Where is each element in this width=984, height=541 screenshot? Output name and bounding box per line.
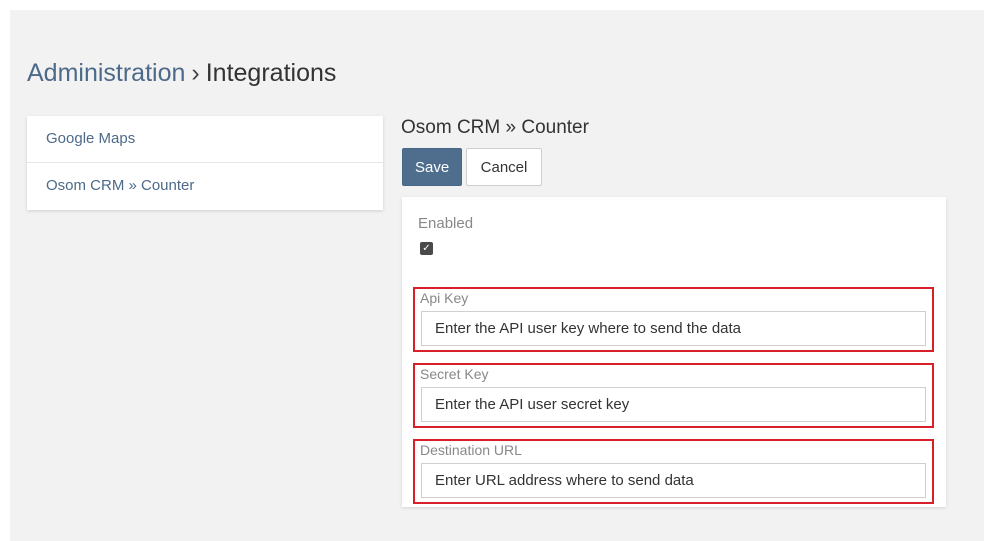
checkmark-icon: ✓ <box>422 243 431 254</box>
sidebar-item-osom-crm-counter[interactable]: Osom CRM » Counter <box>27 162 383 208</box>
breadcrumb: Administration › Integrations <box>27 58 336 88</box>
destination-url-input[interactable] <box>421 463 926 498</box>
enabled-checkbox[interactable]: ✓ <box>420 242 433 255</box>
secret-key-input[interactable] <box>421 387 926 422</box>
app-container: Administration › Integrations Google Maps … <box>10 10 984 541</box>
breadcrumb-administration-link[interactable]: Administration <box>27 59 185 87</box>
cancel-button[interactable]: Cancel <box>466 148 542 186</box>
api-key-label: Api Key <box>420 290 469 306</box>
api-key-field-group: Api Key <box>413 287 934 352</box>
destination-url-field-group: Destination URL <box>413 439 934 504</box>
enabled-label: Enabled <box>418 215 474 232</box>
save-button[interactable]: Save <box>402 148 462 186</box>
breadcrumb-separator: › <box>191 59 200 87</box>
breadcrumb-current: Integrations <box>205 59 337 87</box>
integration-form: Enabled ✓ Api Key Secret Key Destination… <box>402 197 946 507</box>
secret-key-label: Secret Key <box>420 366 489 382</box>
sidebar-item-google-maps[interactable]: Google Maps <box>27 116 383 162</box>
destination-url-label: Destination URL <box>420 442 522 458</box>
panel-title: Osom CRM » Counter <box>401 117 589 138</box>
secret-key-field-group: Secret Key <box>413 363 934 428</box>
api-key-input[interactable] <box>421 311 926 346</box>
integrations-sidebar: Google Maps Osom CRM » Counter <box>27 116 383 210</box>
